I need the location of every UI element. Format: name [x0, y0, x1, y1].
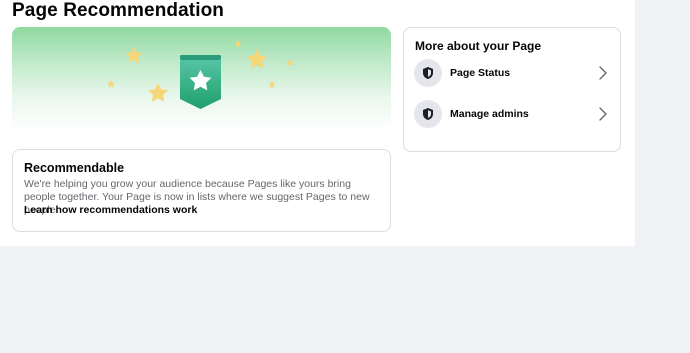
- main-panel: Page Recommendation Recommendable We're …: [0, 0, 635, 246]
- learn-more-link[interactable]: Learn how recommendations work: [24, 204, 197, 217]
- shield-icon: [414, 59, 442, 87]
- recommendable-card: Recommendable We're helping you grow you…: [12, 149, 391, 232]
- star-icon: [234, 40, 242, 47]
- manage-admins-label: Manage admins: [450, 108, 529, 120]
- page-status-item[interactable]: Page Status: [404, 55, 620, 91]
- shield-icon: [414, 100, 442, 128]
- recommendable-title: Recommendable: [24, 161, 125, 175]
- hero-illustration: [107, 40, 294, 109]
- star-icon: [125, 47, 143, 63]
- page-title: Page Recommendation: [12, 0, 225, 21]
- chevron-right-icon: [599, 107, 607, 121]
- star-icon: [268, 81, 276, 88]
- star-icon: [246, 49, 268, 69]
- chevron-right-icon: [599, 66, 607, 80]
- star-icon: [286, 59, 294, 66]
- hero-banner: [12, 27, 391, 140]
- more-about-page-card: More about your Page Page Status Manage: [403, 27, 621, 152]
- star-icon: [107, 80, 115, 88]
- page-status-label: Page Status: [450, 67, 511, 79]
- badge-icon: [180, 55, 221, 109]
- star-icon: [148, 83, 168, 102]
- manage-admins-item[interactable]: Manage admins: [404, 96, 620, 132]
- more-about-title: More about your Page: [415, 39, 542, 53]
